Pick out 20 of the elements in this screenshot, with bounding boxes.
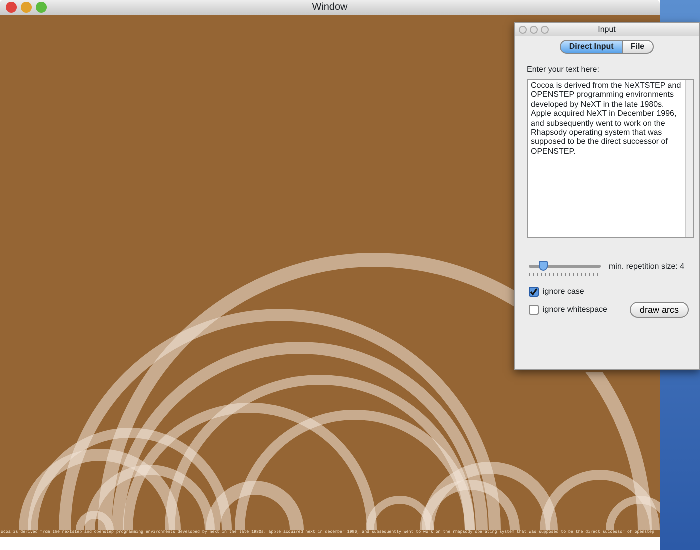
close-icon[interactable] — [6, 2, 17, 13]
window-title: Window — [312, 2, 348, 13]
slider-reading: min. repetition size: 4 — [609, 261, 685, 273]
checkbox[interactable] — [529, 287, 539, 297]
zoom-icon[interactable] — [36, 2, 47, 13]
tab[interactable]: Direct Input — [560, 40, 623, 54]
checkbox[interactable] — [529, 305, 539, 315]
tab[interactable]: File — [622, 40, 654, 54]
checkbox-label: ignore whitespace — [543, 304, 608, 316]
slider-thumb[interactable] — [539, 261, 548, 271]
close-icon[interactable] — [519, 26, 527, 34]
zoom-icon[interactable] — [541, 26, 549, 34]
checkbox-label: ignore case — [543, 286, 584, 298]
checkmark-icon — [530, 288, 538, 296]
text-area[interactable]: Cocoa is derived from the NeXTSTEP and OPENSTEP programming environments developed by NeXT in the late 1980s. Apple acquired NeXT in December 1996, and subsequently went to work on the Rhapsody operating system that was supposed to be the direct successor of OPENSTEP. — [527, 79, 694, 238]
minimize-icon[interactable] — [21, 2, 32, 13]
minimize-icon[interactable] — [530, 26, 538, 34]
prompt-label: Enter your text here: — [527, 64, 600, 76]
draw-arcs-button[interactable]: draw arcs — [630, 302, 689, 318]
panel-title: Input — [598, 24, 616, 34]
